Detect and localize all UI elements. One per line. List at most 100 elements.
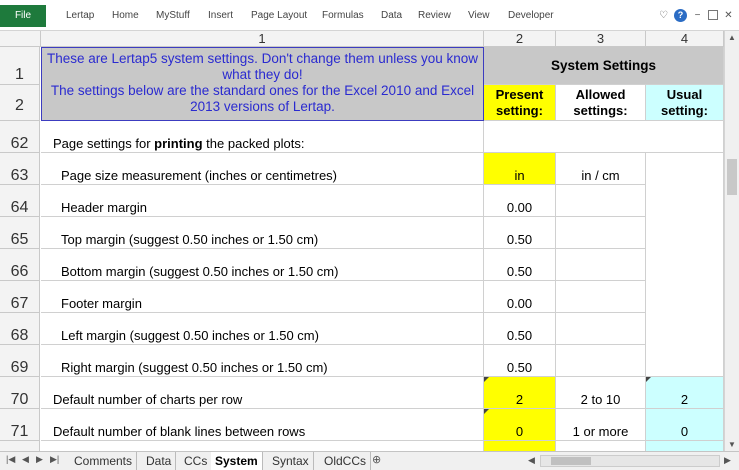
sheet-tab-comments[interactable]: Comments [70,452,138,470]
present-setting-header[interactable]: Present setting: [484,85,556,121]
worksheet-grid[interactable]: 1 2 3 4 1 2 62 63 64 65 66 67 68 69 70 7… [0,31,724,451]
allowed-top-margin[interactable] [556,217,646,249]
sheet-tab-ccs[interactable]: CCs [180,452,213,470]
allowed-settings-header[interactable]: Allowed settings: [556,85,646,121]
tab-insert[interactable]: Insert [208,5,233,27]
tab-developer[interactable]: Developer [508,5,554,27]
vertical-scrollbar[interactable]: ▲ ▼ [724,31,739,451]
row-header-62[interactable]: 62 [0,121,40,153]
cell-62-settings[interactable] [484,121,724,153]
usual-charts-per-row[interactable]: 2 [646,377,724,409]
sheet-tab-syntax[interactable]: Syntax [268,452,314,470]
new-sheet-icon[interactable]: ⊕ [372,453,381,466]
allowed-bottom-margin[interactable] [556,249,646,281]
comment-indicator[interactable] [646,377,651,382]
row-header-2[interactable]: 2 [0,85,40,121]
label-page-size[interactable]: Page size measurement (inches or centime… [41,153,484,185]
usual-setting-header[interactable]: Usual setting: [646,85,724,121]
cell-partial-present[interactable] [484,441,556,451]
system-settings-title[interactable]: System Settings [484,47,724,85]
allowed-charts-per-row[interactable]: 2 to 10 [556,377,646,409]
select-all-corner[interactable] [0,31,41,47]
next-sheet-icon[interactable]: ▶ [36,454,43,465]
row-header-66[interactable]: 66 [0,249,40,281]
sheet-tab-oldccs[interactable]: OldCCs [320,452,372,470]
present-blank-lines[interactable]: 0 [484,409,556,441]
tab-review[interactable]: Review [418,5,451,27]
cell-partial-usual[interactable] [646,441,724,451]
label-charts-per-row[interactable]: Default number of charts per row [41,377,484,409]
comment-indicator[interactable] [484,377,489,382]
row-header-64[interactable]: 64 [0,185,40,217]
cell-partial[interactable] [41,441,484,451]
tab-formulas[interactable]: Formulas [322,5,364,27]
tab-data[interactable]: Data [381,5,402,27]
prev-sheet-icon[interactable]: ◀ [22,454,29,465]
usual-margins-blank[interactable] [646,153,724,377]
row-header-70[interactable]: 70 [0,377,40,409]
settings-notice[interactable]: These are Lertap5 system settings. Don't… [41,47,484,121]
label-bottom-margin[interactable]: Bottom margin (suggest 0.50 inches or 1.… [41,249,484,281]
label-right-margin[interactable]: Right margin (suggest 0.50 inches or 1.5… [41,345,484,377]
scroll-left-icon[interactable]: ◀ [528,455,535,466]
row-header-71[interactable]: 71 [0,409,40,441]
present-right-margin[interactable]: 0.50 [484,345,556,377]
present-bottom-margin[interactable]: 0.50 [484,249,556,281]
row-header-68[interactable]: 68 [0,313,40,345]
horizontal-scrollbar[interactable] [540,455,720,467]
sheet-tab-system[interactable]: System [211,452,263,470]
window-controls: ♡ ? − ✕ [657,7,735,23]
label-suffix: the packed plots: [202,136,305,151]
label-page-settings[interactable]: Page settings for printing the packed pl… [41,121,484,153]
present-page-size[interactable]: in [484,153,556,185]
allowed-right-margin[interactable] [556,345,646,377]
label-top-margin[interactable]: Top margin (suggest 0.50 inches or 1.50 … [41,217,484,249]
heart-icon[interactable]: ♡ [657,9,670,22]
column-header-1[interactable]: 1 [41,31,484,47]
allowed-header-margin[interactable] [556,185,646,217]
label-blank-lines[interactable]: Default number of blank lines between ro… [41,409,484,441]
usual-blank-lines[interactable]: 0 [646,409,724,441]
tab-lertap[interactable]: Lertap [66,5,94,27]
file-tab[interactable]: File [0,5,46,27]
column-header-4[interactable]: 4 [646,31,724,47]
present-footer-margin[interactable]: 0.00 [484,281,556,313]
close-icon[interactable]: ✕ [722,9,735,22]
tab-page-layout[interactable]: Page Layout [251,5,307,27]
allowed-left-margin[interactable] [556,313,646,345]
present-charts-per-row[interactable]: 2 [484,377,556,409]
column-header-2[interactable]: 2 [484,31,556,47]
present-header-margin[interactable]: 0.00 [484,185,556,217]
restore-icon[interactable] [708,10,718,20]
allowed-page-size[interactable]: in / cm [556,153,646,185]
vertical-scroll-thumb[interactable] [727,159,737,195]
row-header-partial[interactable] [0,441,40,451]
allowed-blank-lines[interactable]: 1 or more [556,409,646,441]
label-footer-margin[interactable]: Footer margin [41,281,484,313]
tab-view[interactable]: View [468,5,490,27]
scroll-down-icon[interactable]: ▼ [728,440,736,449]
first-sheet-icon[interactable]: |◀ [6,454,15,465]
comment-indicator[interactable] [484,409,489,414]
present-left-margin[interactable]: 0.50 [484,313,556,345]
last-sheet-icon[interactable]: ▶| [50,454,59,465]
help-icon[interactable]: ? [674,8,687,22]
horizontal-scroll-thumb[interactable] [551,457,591,465]
label-left-margin[interactable]: Left margin (suggest 0.50 inches or 1.50… [41,313,484,345]
cell-partial-allowed[interactable] [556,441,646,451]
tab-mystuff[interactable]: MyStuff [156,5,190,27]
minimize-icon[interactable]: − [691,9,704,22]
row-header-67[interactable]: 67 [0,281,40,313]
row-header-65[interactable]: 65 [0,217,40,249]
column-header-3[interactable]: 3 [556,31,646,47]
allowed-footer-margin[interactable] [556,281,646,313]
row-header-1[interactable]: 1 [0,47,40,85]
scroll-right-icon[interactable]: ▶ [724,455,731,466]
scroll-up-icon[interactable]: ▲ [728,33,736,42]
present-top-margin[interactable]: 0.50 [484,217,556,249]
sheet-tab-data[interactable]: Data [142,452,177,470]
row-header-69[interactable]: 69 [0,345,40,377]
row-header-63[interactable]: 63 [0,153,40,185]
label-header-margin[interactable]: Header margin [41,185,484,217]
tab-home[interactable]: Home [112,5,139,27]
